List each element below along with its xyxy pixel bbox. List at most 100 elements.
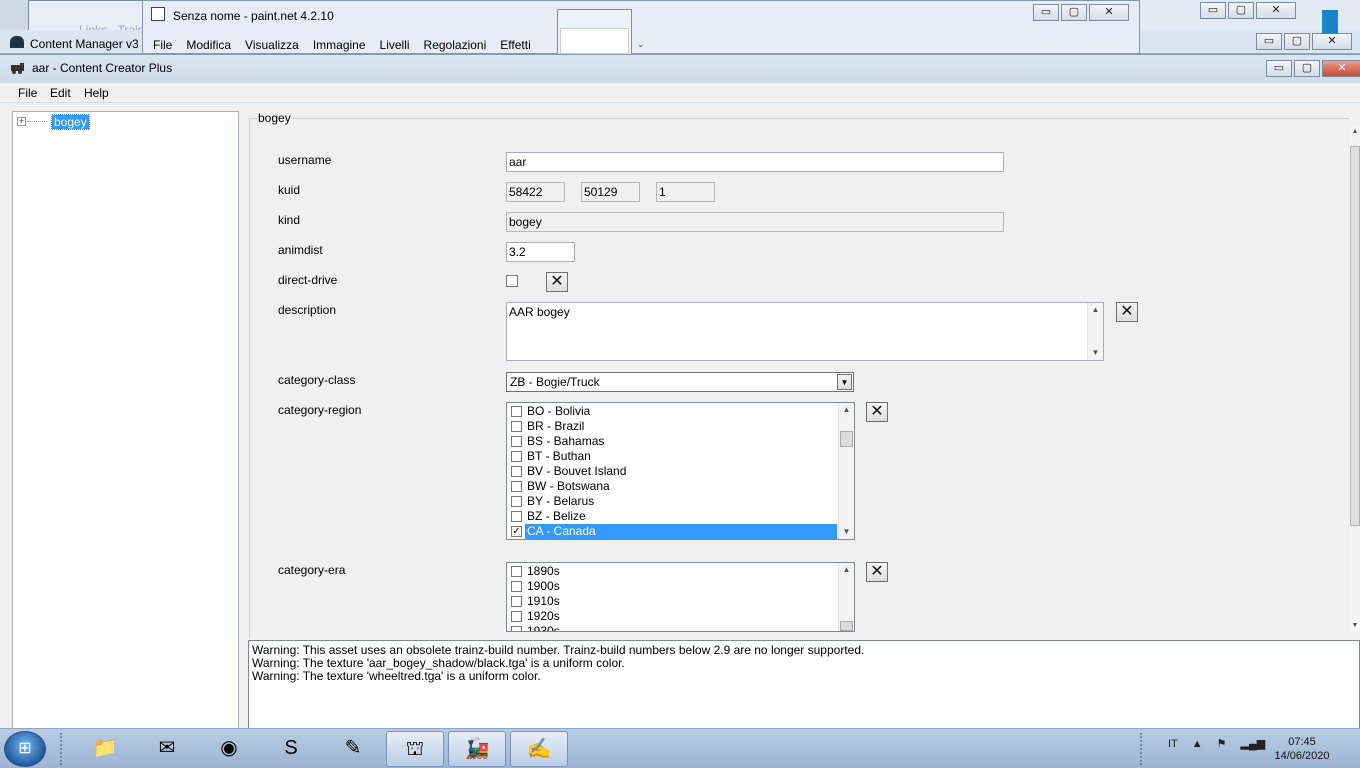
region-list-item[interactable]: BS - Bahamas (509, 434, 837, 449)
chevron-down-icon[interactable]: ⌄ (637, 39, 645, 50)
taskbar-chrome-button[interactable]: ◉ (200, 731, 258, 767)
close-button[interactable]: ✕ (1322, 60, 1360, 77)
region-list-item[interactable]: BW - Botswana (509, 479, 837, 494)
category-region-clear-button[interactable]: ✕ (866, 402, 888, 422)
close-button[interactable]: ✕ (1312, 33, 1352, 50)
kind-field[interactable]: bogey (506, 212, 1004, 232)
era-list-item[interactable]: 1890s (509, 564, 837, 579)
kuid-content-field[interactable]: 50129 (581, 182, 640, 202)
region-checkbox[interactable] (511, 466, 522, 477)
era-checkbox[interactable] (511, 566, 522, 577)
chevron-down-icon[interactable]: ▼ (837, 374, 852, 390)
era-checkbox[interactable] (511, 596, 522, 607)
taskbar-paint-net-button[interactable]: ✍ (510, 731, 568, 767)
region-list-item[interactable]: ✓ CA - Canada (509, 524, 837, 539)
region-checkbox[interactable] (511, 496, 522, 507)
region-checkbox[interactable] (511, 406, 522, 417)
scroll-up-icon[interactable]: ▲ (839, 403, 854, 417)
scroll-thumb[interactable] (1350, 146, 1360, 526)
paint-image-thumbnail[interactable] (557, 9, 632, 55)
paint-menu-modifica[interactable]: Modifica (186, 38, 231, 52)
kuid-version-field[interactable]: 1 (656, 182, 715, 202)
signal-icon[interactable]: ▂▄▆ (1241, 737, 1266, 750)
category-era-list[interactable]: 1890s 1900s 1910s 1920s 1930s ▲ (506, 562, 855, 632)
close-button[interactable]: ✕ (1256, 2, 1296, 19)
scroll-down-icon[interactable]: ▼ (1350, 622, 1360, 629)
tree-node-bogey[interactable]: bogey (51, 114, 90, 130)
direct-drive-checkbox[interactable] (506, 275, 518, 287)
region-list-item[interactable]: BV - Bouvet Island (509, 464, 837, 479)
taskbar-trainz-content-manager-button[interactable]: ⛫ (386, 731, 444, 767)
minimize-button[interactable]: ▭ (1256, 33, 1282, 50)
scroll-up-icon[interactable]: ▲ (1350, 128, 1360, 135)
maximize-button[interactable]: ▢ (1061, 4, 1087, 21)
description-scrollbar[interactable]: ▲ ▼ (1087, 303, 1103, 360)
region-checkbox[interactable] (511, 481, 522, 492)
region-list-item[interactable]: BO - Bolivia (509, 404, 837, 419)
maximize-button[interactable]: ▢ (1294, 60, 1320, 77)
paintnet-window[interactable]: Senza nome - paint.net 4.2.10 File Modif… (142, 0, 1140, 55)
scroll-up-icon[interactable]: ▲ (1088, 303, 1103, 317)
region-checkbox[interactable] (511, 436, 522, 447)
region-list-item[interactable]: BR - Brazil (509, 419, 837, 434)
description-clear-button[interactable]: ✕ (1116, 302, 1138, 322)
era-checkbox[interactable] (511, 626, 522, 631)
category-region-list[interactable]: BO - Bolivia BR - Brazil BS - Bahamas BT - … (506, 402, 855, 540)
category-class-select[interactable]: ZB - Bogie/Truck ▼ (506, 372, 854, 392)
region-list-item[interactable]: BT - Buthan (509, 449, 837, 464)
close-button[interactable]: ✕ (1089, 4, 1129, 21)
description-textarea[interactable]: AAR bogey ▲ ▼ (506, 302, 1104, 361)
menu-edit[interactable]: Edit (50, 86, 71, 100)
maximize-button[interactable]: ▢ (1228, 2, 1254, 19)
warnings-log[interactable]: Warning: This asset uses an obsolete tra… (248, 640, 1360, 730)
paint-menu-visualizza[interactable]: Visualizza (245, 38, 299, 52)
menu-help[interactable]: Help (84, 86, 109, 100)
asset-tree[interactable]: + bogey (12, 111, 239, 731)
scroll-up-icon[interactable]: ▲ (839, 563, 854, 577)
title-bar[interactable]: aar - Content Creator Plus ▭ ▢ ✕ (0, 55, 1360, 83)
region-list-item[interactable]: BZ - Belize (509, 509, 837, 524)
minimize-button[interactable]: ▭ (1266, 60, 1292, 77)
era-scrollbar[interactable]: ▲ (838, 563, 854, 631)
username-input[interactable]: aar (506, 152, 1004, 172)
menu-file[interactable]: File (18, 86, 37, 100)
taskbar-file-explorer-button[interactable]: 📁 (76, 731, 134, 767)
era-list-item[interactable]: 1920s (509, 609, 837, 624)
era-checkbox[interactable] (511, 581, 522, 592)
direct-drive-clear-button[interactable]: ✕ (546, 272, 568, 292)
era-list-item[interactable]: 1900s (509, 579, 837, 594)
minimize-button[interactable]: ▭ (1200, 2, 1226, 19)
taskbar-thunderbird-button[interactable]: ✉ (138, 731, 196, 767)
era-list-item[interactable]: 1910s (509, 594, 837, 609)
region-scrollbar[interactable]: ▲ ▼ (838, 403, 854, 539)
region-checkbox[interactable]: ✓ (511, 526, 522, 537)
region-checkbox[interactable] (511, 511, 522, 522)
paint-menu-regolazioni[interactable]: Regolazioni (424, 38, 487, 52)
taskbar-grip[interactable] (60, 733, 66, 765)
region-list-item[interactable]: BY - Belarus (509, 494, 837, 509)
minimize-button[interactable]: ▭ (1033, 4, 1059, 21)
start-button[interactable]: ⊞ (4, 731, 46, 767)
region-checkbox[interactable] (511, 451, 522, 462)
clock[interactable]: 07:45 14/06/2020 (1272, 735, 1332, 763)
paint-menu-livelli[interactable]: Livelli (380, 38, 410, 52)
kuid-user-field[interactable]: 58422 (506, 182, 565, 202)
tree-expand-icon[interactable]: + (17, 117, 26, 126)
chevron-up-icon[interactable]: ▲ (1192, 738, 1203, 750)
form-scrollbar[interactable]: ▲ ▼ (1350, 126, 1360, 631)
taskbar-ccleaner-button[interactable]: ✎ (324, 731, 382, 767)
scroll-thumb[interactable] (840, 621, 853, 631)
paint-menu-immagine[interactable]: Immagine (313, 38, 366, 52)
taskbar-skype-button[interactable]: S (262, 731, 320, 767)
language-indicator[interactable]: IT (1168, 738, 1178, 750)
taskbar-content-creator-plus-button[interactable]: 🚂 (448, 731, 506, 767)
region-checkbox[interactable] (511, 421, 522, 432)
flag-icon[interactable]: ⚑ (1217, 737, 1227, 750)
era-checkbox[interactable] (511, 611, 522, 622)
maximize-button[interactable]: ▢ (1284, 33, 1310, 50)
scroll-down-icon[interactable]: ▼ (1088, 346, 1103, 360)
scroll-thumb[interactable] (840, 431, 853, 447)
category-era-clear-button[interactable]: ✕ (866, 562, 888, 582)
paint-menu-file[interactable]: File (153, 38, 172, 52)
animdist-input[interactable]: 3.2 (506, 242, 575, 262)
